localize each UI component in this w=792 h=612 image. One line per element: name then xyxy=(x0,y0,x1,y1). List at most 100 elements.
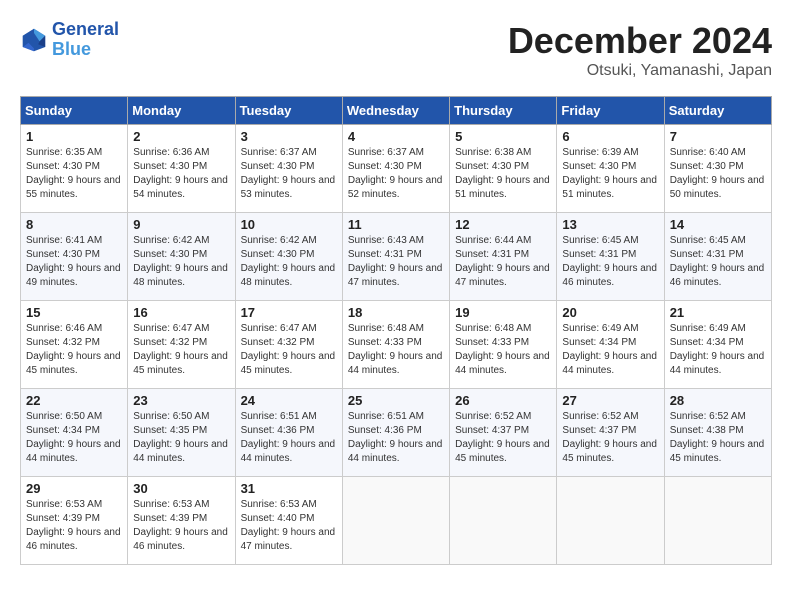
cell-details: Sunrise: 6:52 AM Sunset: 4:38 PM Dayligh… xyxy=(670,410,766,466)
logo-text: General Blue xyxy=(52,20,119,60)
cell-details: Sunrise: 6:39 AM Sunset: 4:30 PM Dayligh… xyxy=(562,146,658,202)
day-number: 31 xyxy=(241,481,337,496)
calendar-week-row: 15Sunrise: 6:46 AM Sunset: 4:32 PM Dayli… xyxy=(21,301,772,389)
calendar-cell: 23 Sunrise: 6:50 AM Sunset: 4:35 PM Dayli… xyxy=(128,389,235,477)
calendar-cell xyxy=(664,477,771,565)
calendar-cell: 12 Sunrise: 6:44 AM Sunset: 4:31 PM Dayli… xyxy=(450,213,557,301)
cell-details: Sunrise: 6:41 AM Sunset: 4:30 PM Dayligh… xyxy=(26,234,122,290)
day-number: 18 xyxy=(348,305,444,320)
cell-details: Sunrise: 6:40 AM Sunset: 4:30 PM Dayligh… xyxy=(670,146,766,202)
cell-details: Sunrise: 6:47 AM Sunset: 4:32 PM Dayligh… xyxy=(133,322,229,378)
calendar-cell: 5 Sunrise: 6:38 AM Sunset: 4:30 PM Daylig… xyxy=(450,125,557,213)
cell-details: Sunrise: 6:38 AM Sunset: 4:30 PM Dayligh… xyxy=(455,146,551,202)
cell-details: Sunrise: 6:35 AM Sunset: 4:30 PM Dayligh… xyxy=(26,146,122,202)
calendar-table: SundayMondayTuesdayWednesdayThursdayFrid… xyxy=(20,96,772,565)
day-number: 28 xyxy=(670,393,766,408)
cell-details: Sunrise: 6:52 AM Sunset: 4:37 PM Dayligh… xyxy=(562,410,658,466)
calendar-cell: 10 Sunrise: 6:42 AM Sunset: 4:30 PM Dayli… xyxy=(235,213,342,301)
day-number: 14 xyxy=(670,217,766,232)
cell-details: Sunrise: 6:51 AM Sunset: 4:36 PM Dayligh… xyxy=(241,410,337,466)
calendar-cell: 20 Sunrise: 6:49 AM Sunset: 4:34 PM Dayli… xyxy=(557,301,664,389)
cell-details: Sunrise: 6:53 AM Sunset: 4:39 PM Dayligh… xyxy=(133,498,229,554)
calendar-cell: 13 Sunrise: 6:45 AM Sunset: 4:31 PM Dayli… xyxy=(557,213,664,301)
header-cell-monday: Monday xyxy=(128,97,235,125)
cell-details: Sunrise: 6:53 AM Sunset: 4:40 PM Dayligh… xyxy=(241,498,337,554)
calendar-cell: 4 Sunrise: 6:37 AM Sunset: 4:30 PM Daylig… xyxy=(342,125,449,213)
day-number: 21 xyxy=(670,305,766,320)
calendar-cell: 17Sunrise: 6:47 AM Sunset: 4:32 PM Dayli… xyxy=(235,301,342,389)
calendar-cell: 18Sunrise: 6:48 AM Sunset: 4:33 PM Dayli… xyxy=(342,301,449,389)
cell-details: Sunrise: 6:52 AM Sunset: 4:37 PM Dayligh… xyxy=(455,410,551,466)
calendar-cell: 29 Sunrise: 6:53 AM Sunset: 4:39 PM Dayli… xyxy=(21,477,128,565)
calendar-cell: 31 Sunrise: 6:53 AM Sunset: 4:40 PM Dayli… xyxy=(235,477,342,565)
day-number: 23 xyxy=(133,393,229,408)
calendar-week-row: 29 Sunrise: 6:53 AM Sunset: 4:39 PM Dayli… xyxy=(21,477,772,565)
calendar-cell: 24 Sunrise: 6:51 AM Sunset: 4:36 PM Dayli… xyxy=(235,389,342,477)
calendar-cell: 22 Sunrise: 6:50 AM Sunset: 4:34 PM Dayli… xyxy=(21,389,128,477)
calendar-cell: 8Sunrise: 6:41 AM Sunset: 4:30 PM Daylig… xyxy=(21,213,128,301)
cell-details: Sunrise: 6:42 AM Sunset: 4:30 PM Dayligh… xyxy=(241,234,337,290)
day-number: 12 xyxy=(455,217,551,232)
cell-details: Sunrise: 6:50 AM Sunset: 4:34 PM Dayligh… xyxy=(26,410,122,466)
calendar-week-row: 8Sunrise: 6:41 AM Sunset: 4:30 PM Daylig… xyxy=(21,213,772,301)
cell-details: Sunrise: 6:44 AM Sunset: 4:31 PM Dayligh… xyxy=(455,234,551,290)
calendar-cell: 27 Sunrise: 6:52 AM Sunset: 4:37 PM Dayli… xyxy=(557,389,664,477)
calendar-cell: 6Sunrise: 6:39 AM Sunset: 4:30 PM Daylig… xyxy=(557,125,664,213)
day-number: 16 xyxy=(133,305,229,320)
calendar-cell: 3 Sunrise: 6:37 AM Sunset: 4:30 PM Daylig… xyxy=(235,125,342,213)
calendar-cell: 14 Sunrise: 6:45 AM Sunset: 4:31 PM Dayli… xyxy=(664,213,771,301)
day-number: 5 xyxy=(455,129,551,144)
calendar-body: 1Sunrise: 6:35 AM Sunset: 4:30 PM Daylig… xyxy=(21,125,772,565)
cell-details: Sunrise: 6:47 AM Sunset: 4:32 PM Dayligh… xyxy=(241,322,337,378)
day-number: 30 xyxy=(133,481,229,496)
calendar-cell xyxy=(450,477,557,565)
day-number: 19 xyxy=(455,305,551,320)
calendar-cell: 1Sunrise: 6:35 AM Sunset: 4:30 PM Daylig… xyxy=(21,125,128,213)
header-cell-sunday: Sunday xyxy=(21,97,128,125)
day-number: 13 xyxy=(562,217,658,232)
day-number: 2 xyxy=(133,129,229,144)
header-cell-friday: Friday xyxy=(557,97,664,125)
day-number: 25 xyxy=(348,393,444,408)
calendar-week-row: 1Sunrise: 6:35 AM Sunset: 4:30 PM Daylig… xyxy=(21,125,772,213)
calendar-cell: 2Sunrise: 6:36 AM Sunset: 4:30 PM Daylig… xyxy=(128,125,235,213)
header-cell-saturday: Saturday xyxy=(664,97,771,125)
title-area: December 2024 Otsuki, Yamanashi, Japan xyxy=(508,20,772,80)
day-number: 20 xyxy=(562,305,658,320)
calendar-header-row: SundayMondayTuesdayWednesdayThursdayFrid… xyxy=(21,97,772,125)
header-cell-tuesday: Tuesday xyxy=(235,97,342,125)
location-title: Otsuki, Yamanashi, Japan xyxy=(508,62,772,80)
cell-details: Sunrise: 6:51 AM Sunset: 4:36 PM Dayligh… xyxy=(348,410,444,466)
day-number: 22 xyxy=(26,393,122,408)
calendar-cell: 25 Sunrise: 6:51 AM Sunset: 4:36 PM Dayli… xyxy=(342,389,449,477)
header: General Blue December 2024 Otsuki, Yaman… xyxy=(20,20,772,80)
calendar-cell: 7Sunrise: 6:40 AM Sunset: 4:30 PM Daylig… xyxy=(664,125,771,213)
calendar-cell: 26Sunrise: 6:52 AM Sunset: 4:37 PM Dayli… xyxy=(450,389,557,477)
calendar-cell xyxy=(557,477,664,565)
cell-details: Sunrise: 6:37 AM Sunset: 4:30 PM Dayligh… xyxy=(348,146,444,202)
day-number: 10 xyxy=(241,217,337,232)
day-number: 29 xyxy=(26,481,122,496)
cell-details: Sunrise: 6:53 AM Sunset: 4:39 PM Dayligh… xyxy=(26,498,122,554)
cell-details: Sunrise: 6:37 AM Sunset: 4:30 PM Dayligh… xyxy=(241,146,337,202)
cell-details: Sunrise: 6:50 AM Sunset: 4:35 PM Dayligh… xyxy=(133,410,229,466)
calendar-cell xyxy=(342,477,449,565)
cell-details: Sunrise: 6:45 AM Sunset: 4:31 PM Dayligh… xyxy=(670,234,766,290)
day-number: 3 xyxy=(241,129,337,144)
calendar-cell: 9Sunrise: 6:42 AM Sunset: 4:30 PM Daylig… xyxy=(128,213,235,301)
cell-details: Sunrise: 6:43 AM Sunset: 4:31 PM Dayligh… xyxy=(348,234,444,290)
day-number: 24 xyxy=(241,393,337,408)
cell-details: Sunrise: 6:49 AM Sunset: 4:34 PM Dayligh… xyxy=(562,322,658,378)
cell-details: Sunrise: 6:45 AM Sunset: 4:31 PM Dayligh… xyxy=(562,234,658,290)
header-cell-wednesday: Wednesday xyxy=(342,97,449,125)
day-number: 4 xyxy=(348,129,444,144)
header-cell-thursday: Thursday xyxy=(450,97,557,125)
calendar-cell: 30 Sunrise: 6:53 AM Sunset: 4:39 PM Dayli… xyxy=(128,477,235,565)
calendar-week-row: 22 Sunrise: 6:50 AM Sunset: 4:34 PM Dayli… xyxy=(21,389,772,477)
day-number: 27 xyxy=(562,393,658,408)
cell-details: Sunrise: 6:46 AM Sunset: 4:32 PM Dayligh… xyxy=(26,322,122,378)
month-title: December 2024 xyxy=(508,20,772,62)
calendar-cell: 21Sunrise: 6:49 AM Sunset: 4:34 PM Dayli… xyxy=(664,301,771,389)
day-number: 9 xyxy=(133,217,229,232)
calendar-cell: 28 Sunrise: 6:52 AM Sunset: 4:38 PM Dayli… xyxy=(664,389,771,477)
